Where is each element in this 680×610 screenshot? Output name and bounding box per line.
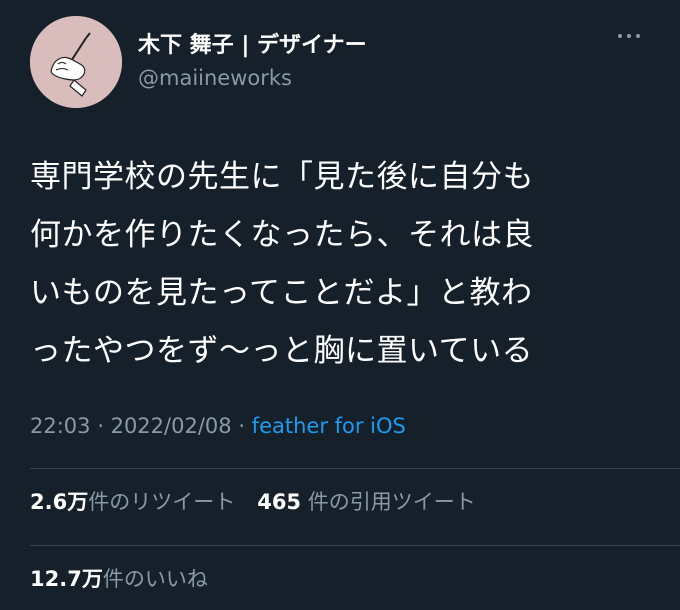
tweet-line: 専門学校の先生に「見た後に自分も: [30, 159, 534, 195]
tweet-time[interactable]: 22:03: [30, 414, 91, 438]
divider: [30, 468, 680, 469]
tweet-line: ったやつをず〜っと胸に置いている: [30, 333, 534, 369]
user-info: 木下 舞子 | デザイナー @maiineworks: [138, 32, 367, 92]
quotes-count: 465: [257, 490, 302, 514]
display-name[interactable]: 木下 舞子 | デザイナー: [138, 32, 367, 60]
likes-stat[interactable]: 12.7万件のいいね: [30, 563, 208, 593]
hand-pen-icon: [30, 16, 122, 108]
likes-label: 件のいいね: [102, 567, 208, 591]
engagement-stats: 2.6万件のリツイート 465 件の引用ツイート: [30, 486, 476, 516]
divider: [30, 545, 680, 546]
user-handle[interactable]: @maiineworks: [138, 64, 367, 92]
likes-count: 12.7万: [30, 567, 103, 591]
tweet-date[interactable]: 2022/02/08: [111, 414, 232, 438]
tweet-card: 木下 舞子 | デザイナー @maiineworks 専門学校の先生に「見た後に…: [0, 0, 680, 610]
tweet-line: いものを見たってことだよ」と教わ: [30, 275, 533, 311]
dot: [627, 34, 631, 38]
tweet-text: 専門学校の先生に「見た後に自分も 何かを作りたくなったら、それは良 いものを見た…: [30, 148, 650, 380]
meta-separator: ·: [238, 414, 252, 438]
dot: [636, 34, 640, 38]
avatar[interactable]: [30, 16, 122, 108]
more-icon[interactable]: [618, 34, 640, 38]
tweet-line: 何かを作りたくなったら、それは良: [30, 217, 534, 253]
retweets-stat[interactable]: 2.6万件のリツイート: [30, 486, 235, 516]
retweets-label: 件のリツイート: [88, 490, 236, 514]
tweet-source-link[interactable]: feather for iOS: [252, 414, 406, 438]
dot: [618, 34, 622, 38]
tweet-meta: 22:03 · 2022/02/08 · feather for iOS: [30, 414, 406, 438]
quotes-label: 件の引用ツイート: [307, 490, 476, 514]
retweets-count: 2.6万: [30, 490, 89, 514]
quotes-stat[interactable]: 465 件の引用ツイート: [257, 486, 476, 516]
meta-separator: ·: [97, 414, 111, 438]
